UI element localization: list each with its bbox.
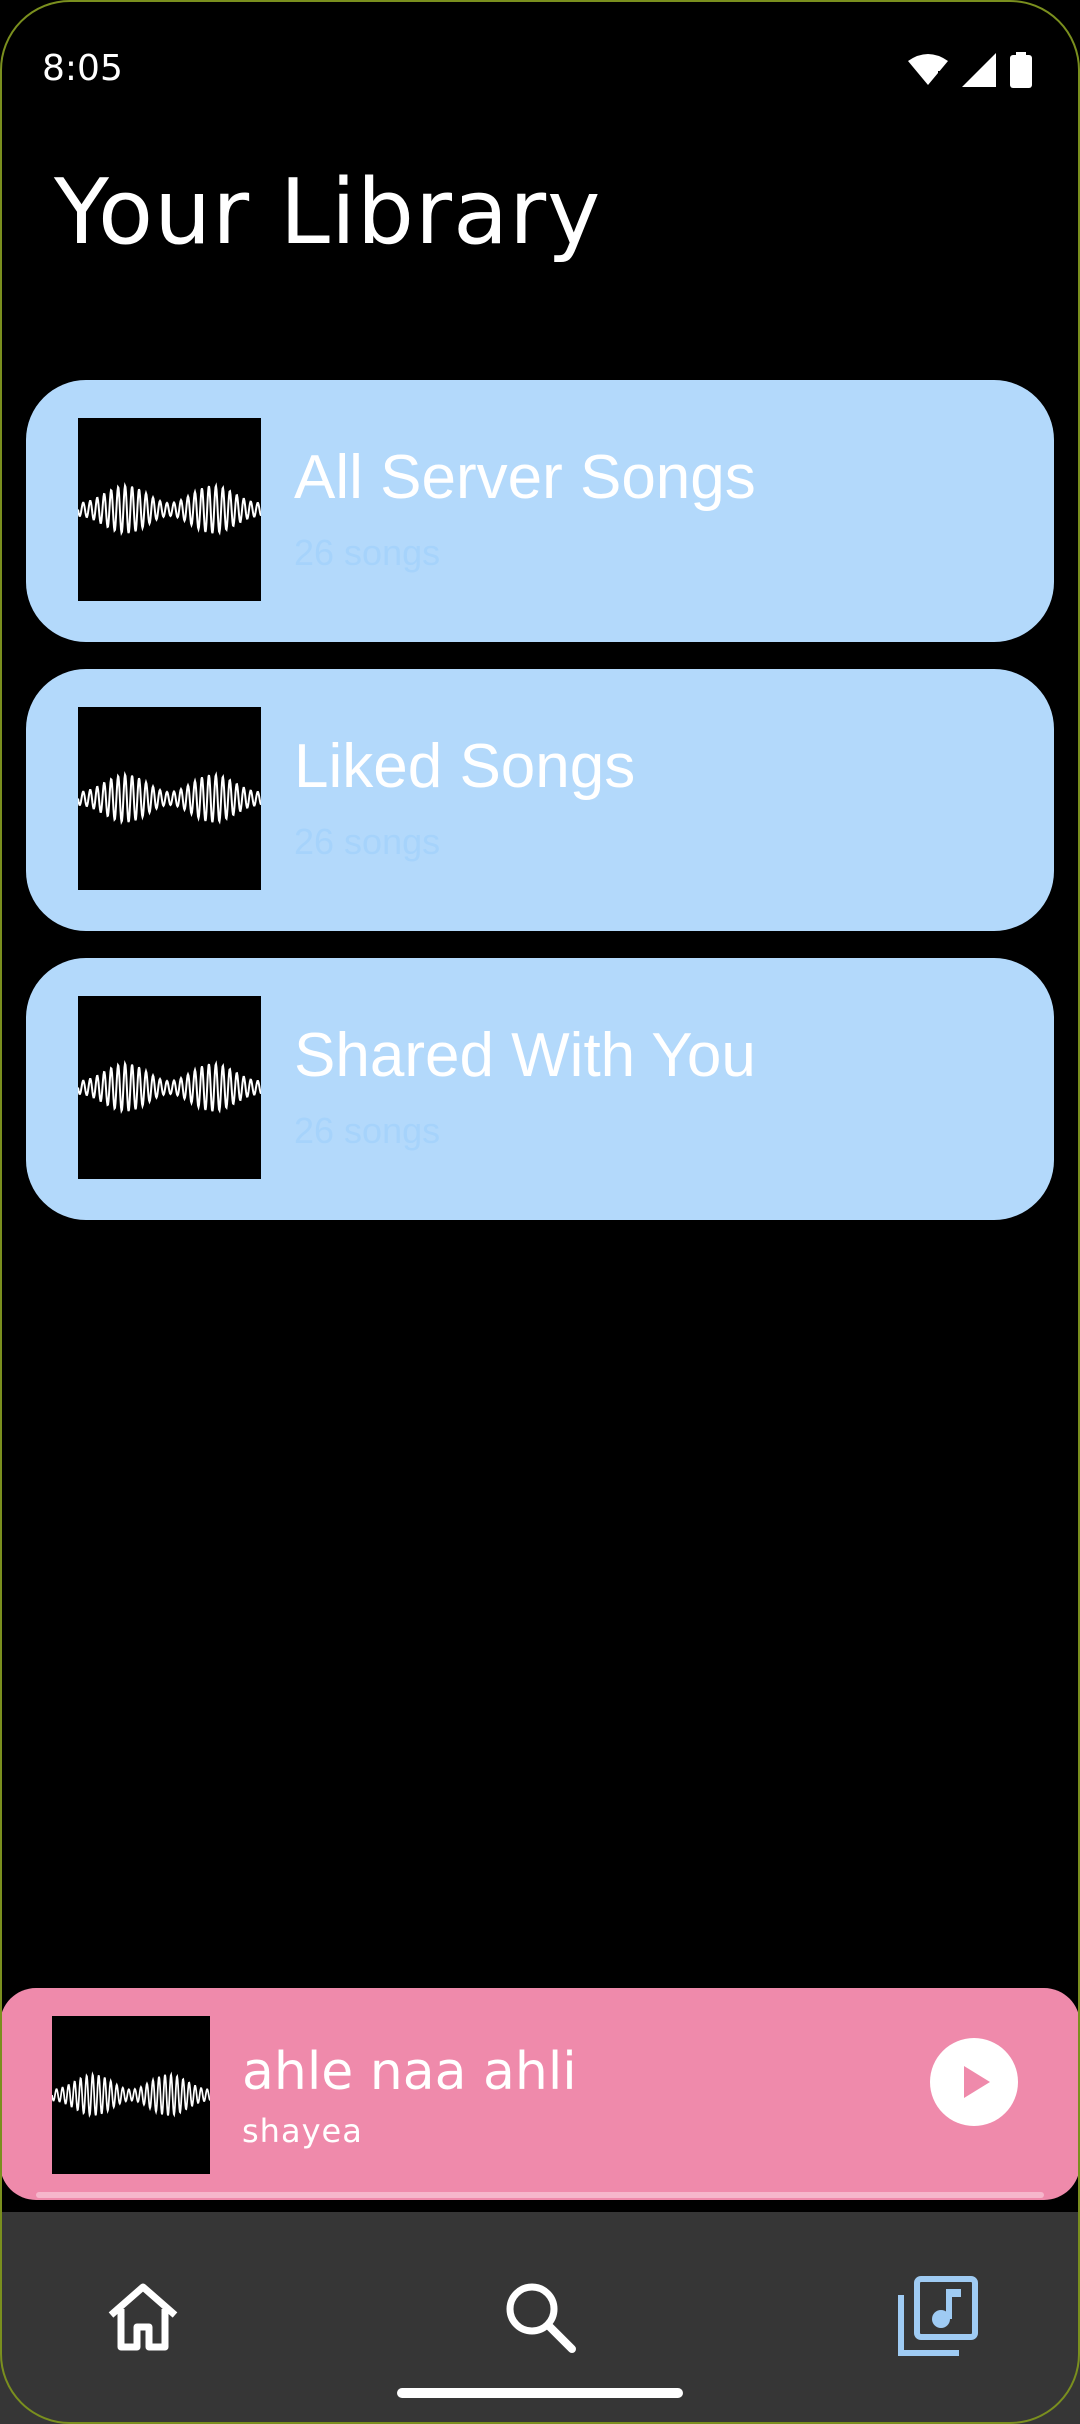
library-item-title: Shared With You xyxy=(294,1021,756,1090)
mini-player[interactable]: ahle naa ahli shayea xyxy=(0,1988,1080,2200)
search-icon xyxy=(506,2283,576,2353)
nav-library-button[interactable] xyxy=(892,2272,982,2362)
play-button[interactable] xyxy=(930,2038,1018,2126)
playlist-cover xyxy=(78,707,261,890)
library-item-shared-with-you[interactable]: Shared With You 26 songs xyxy=(26,958,1054,1220)
sound-wave-icon xyxy=(51,2071,211,2118)
library-item-subtitle: 26 songs xyxy=(294,821,441,862)
battery-icon xyxy=(1010,52,1032,88)
library-item-title: Liked Songs xyxy=(294,732,636,801)
play-icon xyxy=(964,2066,990,2098)
playlist-cover xyxy=(78,996,261,1179)
now-playing-title: ahle naa ahli xyxy=(242,2042,577,2102)
page-title: Your Library xyxy=(54,160,602,265)
sound-wave-icon xyxy=(78,771,261,826)
nav-search-button[interactable] xyxy=(495,2272,585,2362)
status-bar: 8:05 xyxy=(0,0,1080,140)
library-item-title: All Server Songs xyxy=(294,443,756,512)
sound-wave-icon xyxy=(78,1060,261,1115)
playlist-cover xyxy=(78,418,261,601)
library-item-subtitle: 26 songs xyxy=(294,532,441,573)
library-music-icon xyxy=(898,2276,978,2356)
library-item-subtitle: 26 songs xyxy=(294,1110,441,1151)
cell-signal-icon xyxy=(962,53,996,87)
now-playing-artist: shayea xyxy=(242,2112,363,2150)
library-item-liked-songs[interactable]: Liked Songs 26 songs xyxy=(26,669,1054,931)
library-item-all-server-songs[interactable]: All Server Songs 26 songs xyxy=(26,380,1054,642)
status-icons xyxy=(908,52,1032,88)
sound-wave-icon xyxy=(78,482,261,537)
now-playing-cover xyxy=(51,2016,211,2174)
wifi-icon xyxy=(908,54,948,87)
home-icon xyxy=(108,2283,178,2351)
status-time: 8:05 xyxy=(42,48,123,89)
nav-home-button[interactable] xyxy=(98,2272,188,2362)
home-gesture-bar[interactable] xyxy=(397,2388,683,2398)
playback-progress-bar[interactable] xyxy=(36,2192,1044,2198)
